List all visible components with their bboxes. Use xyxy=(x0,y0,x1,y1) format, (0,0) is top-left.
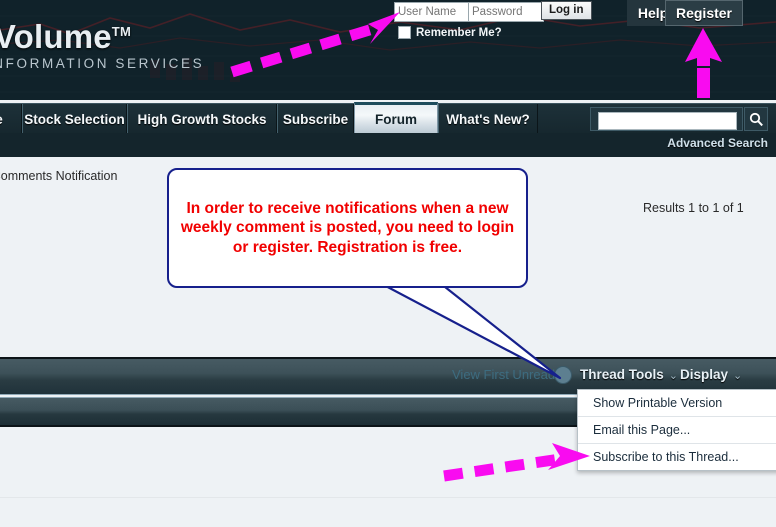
breadcrumb[interactable]: y Comments Notification xyxy=(0,169,117,183)
annotation-callout: In order to receive notifications when a… xyxy=(167,168,528,288)
view-first-unread-link[interactable]: View First Unread xyxy=(452,367,555,382)
display-label: Display xyxy=(680,367,729,382)
view-first-unread-icon[interactable] xyxy=(554,366,572,384)
thread-tools-menu[interactable]: Thread Tools ⌄ xyxy=(580,367,678,382)
login-button[interactable]: Log in xyxy=(541,1,592,20)
remember-me-group[interactable]: Remember Me? xyxy=(398,26,502,39)
results-count: Results 1 to 1 of 1 xyxy=(643,201,744,215)
main-navigation: e Stock Selection High Growth Stocks Sub… xyxy=(0,102,776,135)
advanced-search-link[interactable]: Advanced Search xyxy=(667,136,768,150)
content-bottom-divider xyxy=(0,497,776,498)
username-input[interactable] xyxy=(394,2,472,22)
display-menu[interactable]: Display ⌄ xyxy=(680,367,742,382)
menu-item-subscribe-to-thread[interactable]: Subscribe to this Thread... xyxy=(578,444,776,470)
page-root: ive VolumeTM T INFORMATION SERVICES Log … xyxy=(0,0,776,527)
nav-tab-high-growth-stocks[interactable]: High Growth Stocks xyxy=(127,104,277,134)
advanced-search-bar: Advanced Search xyxy=(0,133,776,157)
logo-subtitle: T INFORMATION SERVICES xyxy=(0,56,205,71)
register-button[interactable]: Register xyxy=(665,0,743,26)
remember-me-label: Remember Me? xyxy=(416,26,502,39)
chevron-down-icon-display: ⌄ xyxy=(733,370,743,382)
site-logo[interactable]: ive VolumeTM xyxy=(0,18,131,56)
chevron-down-icon: ⌄ xyxy=(668,370,678,382)
search-input[interactable] xyxy=(598,112,737,130)
annotation-callout-text: In order to receive notifications when a… xyxy=(180,199,515,256)
search-button[interactable] xyxy=(744,107,768,131)
search-icon xyxy=(749,112,763,126)
arrow-to-subscribe-icon xyxy=(443,443,590,482)
password-input[interactable] xyxy=(468,2,544,22)
nav-tab-stock-selection[interactable]: Stock Selection xyxy=(22,104,127,134)
search-box[interactable] xyxy=(590,107,743,131)
logo-text: ive Volume xyxy=(0,18,112,55)
site-header: ive VolumeTM T INFORMATION SERVICES Log … xyxy=(0,0,776,100)
nav-tab-whats-new[interactable]: What's New? xyxy=(438,104,538,134)
nav-tab-subscribe[interactable]: Subscribe xyxy=(277,104,354,134)
thread-tools-label: Thread Tools xyxy=(580,367,664,382)
nav-tab-home[interactable]: e xyxy=(0,104,22,134)
thread-tools-dropdown[interactable]: Show Printable Version Email this Page..… xyxy=(577,389,776,471)
logo-trademark: TM xyxy=(111,24,131,39)
menu-item-show-printable-version[interactable]: Show Printable Version xyxy=(578,390,776,417)
menu-item-email-this-page[interactable]: Email this Page... xyxy=(578,417,776,444)
remember-me-checkbox[interactable] xyxy=(398,26,411,39)
nav-tab-forum[interactable]: Forum xyxy=(354,102,438,134)
